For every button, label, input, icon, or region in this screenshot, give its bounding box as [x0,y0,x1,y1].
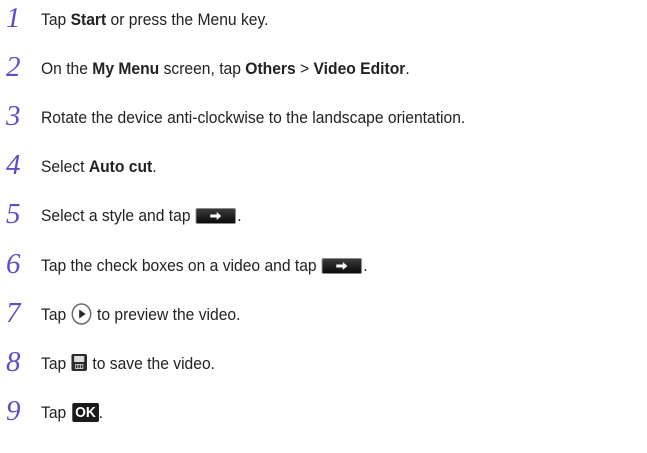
step-text-part: . [405,59,410,78]
ok-button-icon: OK [72,403,99,423]
play-icon [71,302,92,325]
step-text-part: or press the Menu key. [106,10,269,29]
step-text-part: to preview the video. [92,305,241,324]
step-text-part: Tap [41,305,71,324]
save-icon [71,354,88,372]
step-number: 2 [6,51,21,83]
step-text-part: . [152,157,157,176]
menu-term-others: Others [245,59,296,78]
step-text: Tap to preview the video. [41,302,241,327]
step-number: 5 [6,198,21,230]
instruction-steps: 1 Tap Start or press the Menu key. 2 On … [0,0,647,453]
step-1: 1 Tap Start or press the Menu key. [0,2,647,42]
step-text-part: Tap [41,403,71,422]
step-text-part: > [295,59,314,78]
step-7: 7 Tap to preview the video. [0,297,647,337]
step-text-part: Select [41,157,89,176]
step-number: 1 [6,2,21,34]
step-text: Tap Start or press the Menu key. [41,9,268,31]
step-2: 2 On the My Menu screen, tap Others > Vi… [0,51,647,91]
step-5: 5 Select a style and tap . [0,198,647,238]
step-number: 3 [6,100,21,132]
step-text-part: screen, tap [159,59,246,78]
step-number: 9 [6,395,21,427]
step-9: 9 Tap OK. [0,395,647,435]
step-text: Tap OK. [41,402,103,424]
step-text: Select a style and tap . [41,205,242,227]
step-text-part: Tap the check boxes on a video and tap [41,256,321,275]
step-3: 3 Rotate the device anti-clockwise to th… [0,100,647,140]
menu-term-auto-cut: Auto cut [88,157,153,176]
menu-term-my-menu: My Menu [92,59,160,78]
menu-term-start: Start [70,10,107,29]
step-text-part: . [237,206,242,225]
step-text-part: Select a style and tap [41,206,195,225]
step-text: Tap to save the video. [41,353,215,375]
step-text: Rotate the device anti-clockwise to the … [41,108,466,127]
step-text: Select Auto cut. [41,156,157,178]
step-4: 4 Select Auto cut. [0,149,647,189]
step-text: On the My Menu screen, tap Others > Vide… [41,58,410,80]
step-text-part: Tap [41,354,71,373]
step-number: 4 [6,149,21,181]
arrow-right-icon [321,257,363,274]
menu-term-video-editor: Video Editor [313,59,406,78]
step-text-part: to save the video. [88,354,215,373]
step-text-part: . [363,256,368,275]
step-8: 8 Tap to save the video. [0,346,647,386]
step-number: 6 [6,248,21,280]
step-6: 6 Tap the check boxes on a video and tap… [0,248,647,288]
step-text-part: Tap [41,10,71,29]
step-text-part: . [98,403,103,422]
arrow-right-icon [195,207,237,224]
step-text-part: On the [41,59,93,78]
step-number: 8 [6,346,21,378]
step-number: 7 [6,297,21,329]
step-text: Tap the check boxes on a video and tap . [41,255,368,277]
